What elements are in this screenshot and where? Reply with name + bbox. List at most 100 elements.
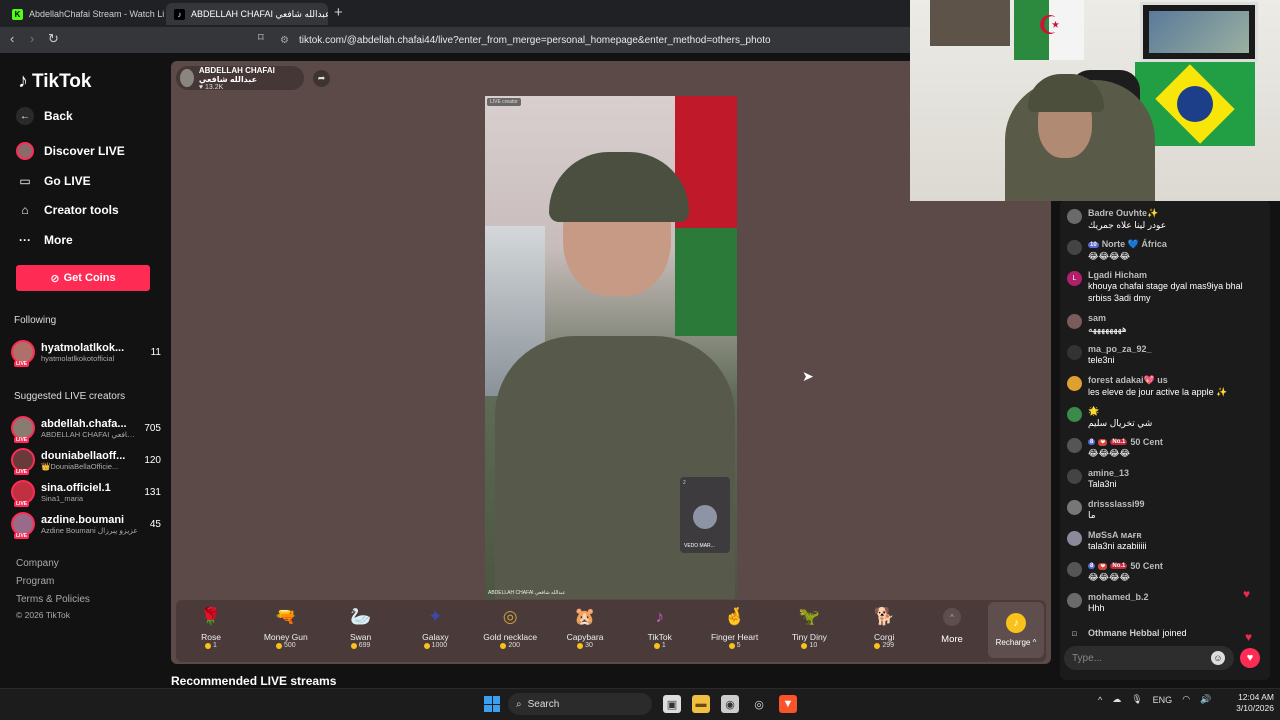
chat-username[interactable]: 8 ❤ No.1 50 Cent — [1088, 437, 1267, 447]
chat-avatar[interactable] — [1067, 345, 1082, 360]
suggested-creator[interactable]: douniabellaoff... 👑DouniaBellaOfficie...… — [11, 445, 161, 475]
gift-icon: 🔫 — [275, 607, 297, 626]
gift-item[interactable]: ♪ TikTok 1 — [625, 604, 695, 658]
chat-avatar[interactable] — [1067, 314, 1082, 329]
chat-message: mohamed_b.2 Hhh — [1067, 592, 1267, 614]
gift-item[interactable]: ✦ Galaxy 1000 — [400, 604, 470, 658]
chat-username[interactable]: 10 Norte 💙 África — [1088, 239, 1267, 250]
guest-avatar — [693, 505, 717, 529]
site-info-icon[interactable]: ⚙ — [280, 35, 289, 46]
chat-avatar[interactable] — [1067, 531, 1082, 546]
browser-tab[interactable]: K AbdellahChafai Stream - Watch Live o — [4, 3, 164, 25]
recharge-button[interactable]: ♪ Recharge ^ — [988, 602, 1044, 658]
forward-arrow-icon[interactable]: › — [30, 31, 34, 46]
nav-go-live[interactable]: ▭ Go LIVE — [16, 172, 90, 190]
chat-avatar[interactable]: L — [1067, 271, 1082, 286]
chat-username[interactable]: amine_13 — [1088, 468, 1267, 478]
get-coins-button[interactable]: ⊘ Get Coins — [16, 265, 150, 291]
guest-tile[interactable]: 2 VEDO MAR... — [680, 477, 730, 553]
coin-icon: ⊘ — [50, 272, 60, 285]
chat-avatar[interactable] — [1067, 376, 1082, 391]
coin-icon: ♪ — [1006, 613, 1026, 633]
chat-input[interactable]: Type... — [1064, 646, 1234, 670]
share-icon[interactable]: ➦ — [313, 70, 330, 87]
chat-avatar[interactable] — [1067, 438, 1082, 453]
file-explorer-icon[interactable]: ▬ — [692, 695, 710, 713]
gift-item[interactable]: ◎ Gold necklace 200 — [475, 604, 545, 658]
chat-username[interactable]: Lgadi Hicham — [1088, 270, 1267, 280]
gift-icon: 🐹 — [574, 607, 596, 626]
new-tab-icon[interactable]: + — [334, 4, 343, 21]
nav-discover-live[interactable]: Discover LIVE — [16, 142, 125, 160]
chat-avatar[interactable] — [1067, 407, 1082, 422]
back-arrow-icon[interactable]: ‹ — [10, 31, 14, 46]
chat-username[interactable]: ma_po_za_92_ — [1088, 344, 1267, 354]
gift-item[interactable]: 🔫 Money Gun 500 — [251, 604, 321, 658]
chat-avatar[interactable] — [1067, 500, 1082, 515]
copyright: © 2026 TikTok — [16, 610, 70, 620]
chat-username[interactable]: 🌟 — [1088, 406, 1267, 417]
more-gifts-button[interactable]: ^ More — [936, 608, 968, 656]
footer-link-company[interactable]: Company — [16, 558, 59, 569]
footer-link-terms[interactable]: Terms & Policies — [16, 594, 90, 605]
chat-username[interactable]: sam — [1088, 313, 1267, 323]
chat-text: Tala3ni — [1088, 479, 1117, 489]
wifi-icon[interactable]: ◠ — [1182, 694, 1190, 705]
chevron-up-icon[interactable]: ^ — [1098, 695, 1102, 705]
nav-creator-tools[interactable]: ⌂ Creator tools — [16, 201, 118, 219]
language-indicator[interactable]: ENG — [1153, 695, 1173, 705]
gift-item[interactable]: 🌹 Rose 1 — [176, 604, 246, 658]
chat-username[interactable]: Badre Ouvhte✨ — [1088, 208, 1267, 219]
join-icon: ⊡ — [1071, 630, 1078, 638]
gift-name: Finger Heart — [710, 632, 759, 642]
nav-more[interactable]: ··· More — [16, 231, 73, 249]
emoji-icon[interactable]: ☺ — [1211, 651, 1225, 665]
chat-username[interactable]: drissslassi99 — [1088, 499, 1267, 509]
chat-username[interactable]: forest adakai💖 us — [1088, 375, 1267, 386]
chat-avatar[interactable] — [1067, 469, 1082, 484]
chat-avatar[interactable] — [1067, 209, 1082, 224]
suggested-creator[interactable]: abdellah.chafa... ABDELLAH CHAFAI عبدالل… — [11, 413, 161, 443]
chat-username[interactable]: 8 ❤ No.1 50 Cent — [1088, 561, 1267, 571]
gift-name: Corgi — [874, 632, 895, 642]
chat-text: khouya chafai stage dyal mas9iya bhal sr… — [1088, 281, 1243, 303]
following-creator[interactable]: hyatmolatlkok... hyatmolatlkokotofficial… — [11, 337, 161, 367]
gift-item[interactable]: 🐕 Corgi 299 — [849, 604, 919, 658]
gift-item[interactable]: 🐹 Capybara 30 — [550, 604, 620, 658]
chat-avatar[interactable] — [1067, 562, 1082, 577]
reload-icon[interactable]: ↻ — [48, 31, 59, 47]
gift-name: Gold necklace — [483, 632, 538, 642]
clock[interactable]: 12:04 AM 3/10/2026 — [1228, 692, 1274, 714]
heart-button[interactable]: ♥ — [1240, 648, 1260, 668]
chat-avatar[interactable] — [1067, 593, 1082, 608]
chat-avatar[interactable] — [1067, 240, 1082, 255]
browser-tab-active[interactable]: ♪ ABDELLAH CHAFAI عبدالله شافعي × — [166, 3, 328, 25]
brave-browser-icon[interactable]: ▼ — [779, 695, 797, 713]
taskbar-search[interactable]: ⌕ Search — [508, 693, 652, 715]
back-arrow-icon: ← — [16, 107, 34, 125]
floating-heart-icon: ♥ — [1245, 630, 1253, 644]
suggested-creator[interactable]: azdine.boumani Azdine Boumani عزيزو يبرز… — [11, 509, 161, 539]
coin-icon — [500, 642, 507, 649]
cloud-icon[interactable]: ☁ — [1112, 694, 1121, 705]
task-view-icon[interactable]: ▣ — [663, 695, 681, 713]
microphone-icon[interactable]: 🎙 — [1131, 694, 1142, 705]
gift-item[interactable]: 🤞 Finger Heart 5 — [700, 604, 770, 658]
camera-app-icon[interactable]: ◉ — [721, 695, 739, 713]
gift-item[interactable]: 🦖 Tiny Diny 10 — [774, 604, 844, 658]
footer-link-program[interactable]: Program — [16, 576, 54, 587]
host-card[interactable]: ABDELLAH CHAFAI عبدالله شافعي ♥ 13.2K — [176, 66, 304, 91]
suggested-creator[interactable]: sina.officiel.1 Sina1_maria 131 — [11, 477, 161, 507]
windows-start-icon[interactable] — [484, 696, 500, 712]
recommended-title: Recommended LIVE streams — [171, 674, 337, 686]
chat-username[interactable]: mohamed_b.2 — [1088, 592, 1267, 602]
volume-icon[interactable]: 🔊 — [1200, 694, 1211, 705]
gift-price: 10 — [801, 642, 817, 649]
bookmark-icon[interactable]: ⌑ — [258, 31, 264, 44]
chat-username[interactable]: MøSsA ᴍᴀғʀ — [1088, 530, 1267, 540]
url-field[interactable]: ⚙ tiktok.com/@abdellah.chafai44/live?ent… — [280, 30, 771, 50]
obs-icon[interactable]: ◎ — [750, 695, 768, 713]
nav-back[interactable]: ← Back — [16, 107, 73, 125]
tiktok-logo[interactable]: ♪ TikTok — [18, 70, 91, 93]
gift-item[interactable]: 🦢 Swan 699 — [326, 604, 396, 658]
